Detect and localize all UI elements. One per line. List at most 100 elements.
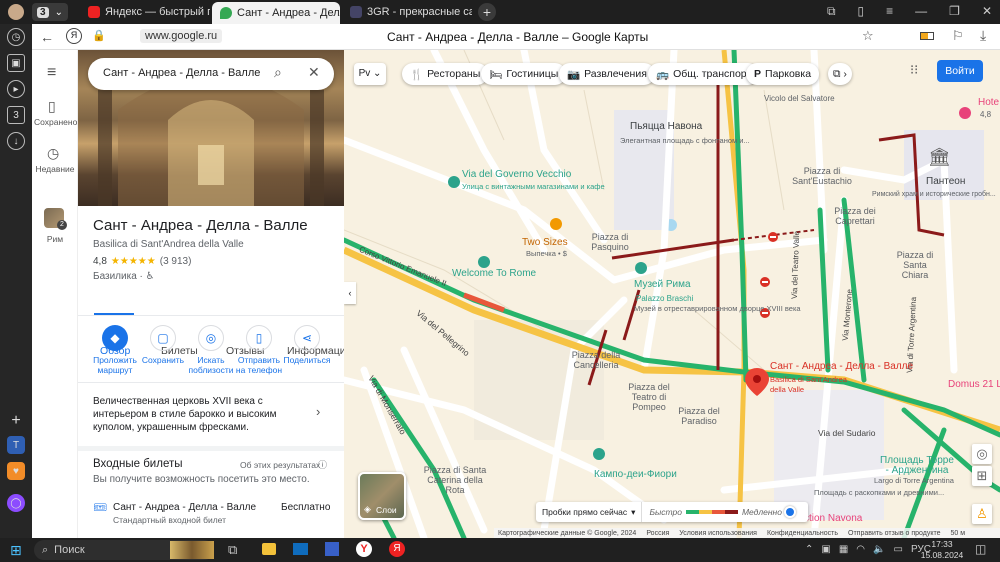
traffic-dropdown[interactable]: Пробки прямо сейчас ▾: [536, 502, 643, 522]
file-explorer-icon[interactable]: [262, 543, 276, 555]
label-hotel[interactable]: Hote: [978, 98, 999, 108]
rome-thumbnail[interactable]: 2: [44, 208, 67, 230]
back-arrow-icon[interactable]: ←: [40, 29, 54, 45]
new-tab-button[interactable]: +: [478, 3, 496, 21]
collections-icon[interactable]: ▣: [7, 54, 25, 72]
search-box[interactable]: Сант - Андреа - Делла - Валле ⌕ ✕: [88, 58, 334, 90]
app-icon-blue[interactable]: T: [7, 436, 25, 454]
tab-yandex[interactable]: Яндекс — быстрый поиск: [80, 2, 210, 22]
grid-icon[interactable]: ⊞: [972, 466, 992, 486]
yandex-logo-icon[interactable]: Я: [66, 28, 82, 44]
share-button[interactable]: ⋖ Поделиться: [283, 325, 331, 365]
footer-country[interactable]: Россия: [646, 530, 669, 537]
map-canvas[interactable]: Pv ⌄ 🍴 Рестораны 🛏 Гостиницы 📷 Развлечения …: [344, 50, 1000, 538]
info-icon[interactable]: ⓘ: [318, 458, 327, 471]
tab-google-maps[interactable]: Сант - Андреа - Делла ✕: [212, 2, 340, 24]
place-category[interactable]: Базилика · ♿: [93, 271, 155, 282]
chip-more[interactable]: ⧉ ›: [828, 63, 852, 85]
volume-icon[interactable]: 🔈: [873, 544, 885, 555]
footer-feedback[interactable]: Отправить отзыв о продукте: [848, 530, 941, 537]
history-icon[interactable]: ◷: [7, 28, 25, 46]
battery-icon[interactable]: ▭: [893, 544, 902, 555]
chip-hotels[interactable]: 🛏 Гостиницы: [481, 63, 567, 85]
location-dot-button[interactable]: [784, 506, 796, 518]
save-button[interactable]: ▢ Сохранить: [139, 325, 187, 365]
clock[interactable]: 17:33 15.08.2024: [920, 539, 964, 561]
menu-icon[interactable]: ≡: [886, 4, 893, 19]
chip-parking[interactable]: P Парковка: [746, 63, 820, 85]
profile-avatar[interactable]: [8, 4, 24, 20]
ticket-name[interactable]: Сант - Андреа - Делла - Валле: [113, 502, 256, 513]
traffic-legend: Пробки прямо сейчас ▾ Быстро Медленно: [536, 502, 808, 522]
chevron-down-icon: ▾: [631, 506, 636, 517]
close-icon[interactable]: ✕: [308, 64, 320, 81]
chip-transit[interactable]: 🚌 Общ. транспорт: [648, 63, 760, 85]
collections-icon[interactable]: ⧉: [827, 4, 836, 19]
label-largo[interactable]: Площадь Торре - Арджентина: [878, 456, 956, 476]
label-campo[interactable]: Кампо-деи-Фиори: [594, 470, 677, 480]
maximize-icon[interactable]: ❐: [949, 4, 960, 19]
pegman-icon[interactable]: ♙: [972, 504, 992, 524]
tabs-icon[interactable]: 3: [7, 106, 25, 124]
search-icon[interactable]: ⌕: [274, 64, 282, 81]
login-button[interactable]: Войти: [937, 60, 983, 82]
network-icon[interactable]: ▦: [839, 544, 848, 555]
tickets-source-link[interactable]: Об этих результатах: [240, 460, 320, 470]
tab-3gr[interactable]: 3GR - прекрасные сады, н: [342, 2, 472, 22]
notifications-icon[interactable]: ◫: [975, 542, 986, 556]
my-location-button[interactable]: ◎: [972, 444, 992, 464]
chip-restaurants[interactable]: 🍴 Рестораны: [402, 63, 489, 85]
bookmark-icon[interactable]: ▯: [858, 4, 865, 19]
label-navona-bottom[interactable]: ction Navona: [804, 514, 862, 524]
mail-icon[interactable]: [293, 543, 308, 555]
chevron-right-icon[interactable]: ›: [316, 404, 320, 419]
description-row[interactable]: Величественная церковь XVII века с интер…: [93, 395, 318, 434]
label-two-sizes[interactable]: Two Sizes: [522, 238, 568, 248]
map-type-toggle[interactable]: Pv ⌄: [354, 63, 386, 85]
label-museum[interactable]: Музей Рима: [634, 280, 691, 290]
wifi-icon[interactable]: ◠: [856, 544, 865, 555]
add-icon[interactable]: +: [7, 412, 25, 430]
search-highlight-image: [170, 541, 214, 559]
label-governo[interactable]: Via del Governo Vecchio: [462, 170, 571, 180]
tab-counter-button[interactable]: 3 ⌄: [32, 3, 68, 21]
download-icon[interactable]: ↓: [7, 132, 25, 150]
label-navona[interactable]: Пьяцца Навона: [630, 122, 702, 132]
alice-icon[interactable]: ◯: [7, 494, 25, 512]
label-pantheon[interactable]: Пантеон: [926, 177, 965, 187]
hamburger-menu-icon[interactable]: ≡: [47, 64, 56, 82]
extension-icon[interactable]: ⚐: [952, 28, 964, 44]
play-icon[interactable]: ▸: [7, 80, 25, 98]
review-count[interactable]: (3 913): [160, 256, 192, 267]
send-to-phone-button[interactable]: ▯ Отправить на телефон: [235, 325, 283, 375]
app-icon-orange[interactable]: ♥: [7, 462, 25, 480]
footer-privacy[interactable]: Конфиденциальность: [767, 530, 838, 537]
search-input[interactable]: Сант - Андреа - Делла - Валле: [103, 67, 260, 79]
history-icon[interactable]: ◷: [47, 145, 59, 162]
place-pin-label[interactable]: Сант - Андреа - Делла - Валле: [770, 362, 913, 372]
place-panel: Сант - Андреа - Делла - Валле ⌕ ✕ Сант -…: [78, 50, 344, 538]
collapse-panel-button[interactable]: ‹: [344, 282, 356, 304]
app-tray-icon[interactable]: ▣: [821, 544, 830, 555]
yandex-browser-icon[interactable]: Y: [356, 541, 372, 557]
footer-terms[interactable]: Условия использования: [679, 530, 757, 537]
app-icon[interactable]: [325, 542, 339, 556]
apps-grid-icon[interactable]: ⁝⁝: [910, 62, 918, 78]
yandex-icon[interactable]: Я: [389, 541, 405, 557]
windows-start-icon[interactable]: ⊞: [10, 542, 22, 559]
close-window-icon[interactable]: ✕: [982, 4, 992, 19]
taskbar-search[interactable]: ⌕ Поиск: [34, 540, 214, 560]
label-domus[interactable]: Domus 21 L: [948, 380, 1000, 390]
chip-entertainment[interactable]: 📷 Развлечения: [559, 63, 655, 85]
bookmark-star-icon[interactable]: ☆: [862, 28, 874, 44]
task-view-icon[interactable]: ⧉: [228, 542, 237, 558]
nearby-button[interactable]: ◎ Искать поблизости: [187, 325, 235, 375]
layers-button[interactable]: ◈ Слои: [358, 472, 406, 520]
url-field[interactable]: www.google.ru: [140, 29, 223, 43]
download-icon[interactable]: ⤓: [980, 27, 986, 44]
label-welcome[interactable]: Welcome To Rome: [452, 269, 536, 279]
minimize-icon[interactable]: —: [915, 4, 927, 19]
bookmark-icon[interactable]: ▯: [48, 98, 56, 115]
directions-button[interactable]: ◆ Проложить маршрут: [91, 325, 139, 375]
chevron-up-icon[interactable]: ⌃: [805, 544, 813, 555]
